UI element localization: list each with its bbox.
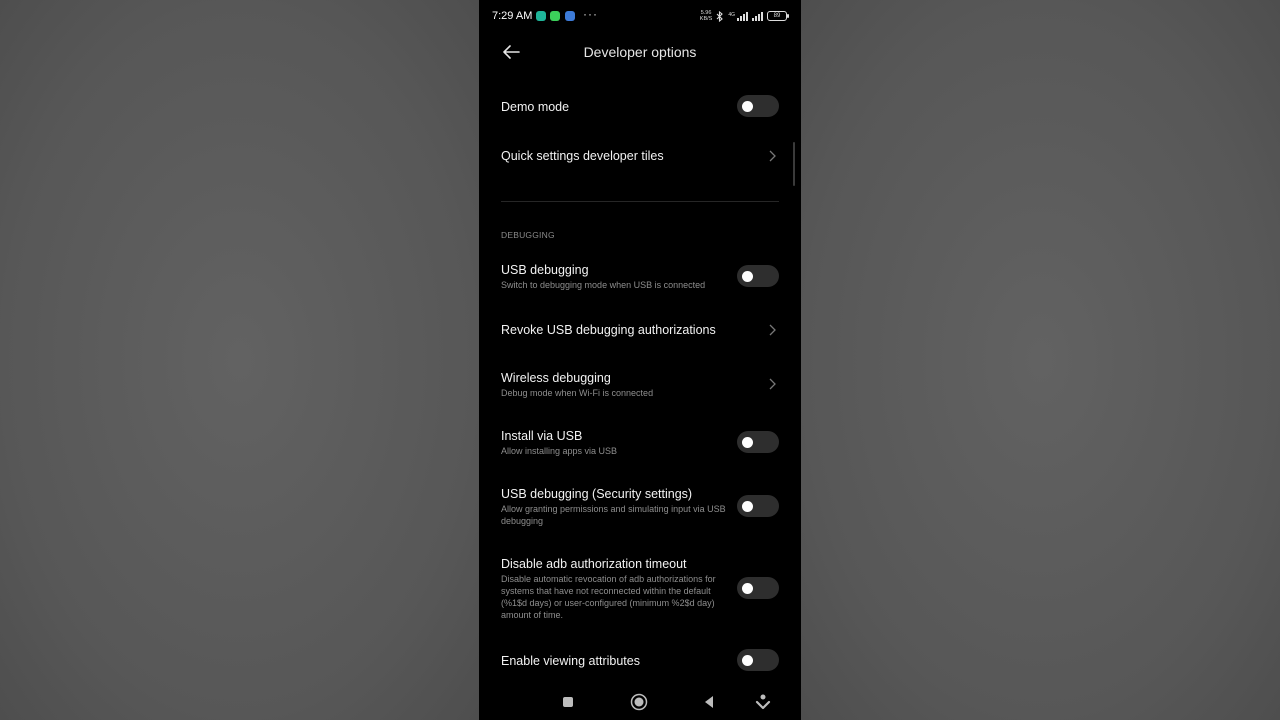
disable-adb-timeout-toggle[interactable]	[737, 577, 779, 599]
page-title: Developer options	[583, 44, 697, 60]
wireless-debugging-label: Wireless debugging	[501, 371, 611, 385]
more-notifications-icon: ···	[583, 7, 598, 21]
status-bar: 7:29 AM ··· 5.96 KB/S 4G 89	[479, 0, 801, 32]
network-type: 4G	[728, 11, 735, 18]
phone-screen: 7:29 AM ··· 5.96 KB/S 4G 89 Developer op…	[479, 0, 801, 720]
cellular-signal-1: 4G	[728, 11, 748, 21]
wireless-debugging-row[interactable]: Wireless debugging Debug mode when Wi-Fi…	[501, 370, 779, 402]
app-notification-icon	[536, 11, 546, 21]
demo-mode-toggle[interactable]	[737, 95, 779, 117]
disable-adb-timeout-description: Disable automatic revocation of adb auth…	[501, 574, 716, 620]
battery-icon: 89	[767, 11, 789, 21]
toggle-knob	[742, 101, 753, 112]
revoke-usb-authorizations-row[interactable]: Revoke USB debugging authorizations	[501, 322, 779, 340]
usb-debugging-security-toggle[interactable]	[737, 495, 779, 517]
section-header-debugging: DEBUGGING	[501, 230, 555, 240]
network-speed-unit: KB/S	[699, 16, 713, 22]
usb-debugging-description: Switch to debugging mode when USB is con…	[501, 280, 706, 290]
navigation-bar	[479, 685, 801, 720]
signal-bars-2-icon	[752, 11, 763, 21]
toggle-knob	[742, 583, 753, 594]
status-time: 7:29 AM	[492, 10, 533, 22]
quick-settings-tiles-row[interactable]: Quick settings developer tiles	[501, 148, 779, 166]
chevron-right-icon	[769, 150, 776, 162]
usb-debugging-security-row[interactable]: USB debugging (Security settings) Allow …	[501, 486, 779, 530]
section-divider	[501, 201, 779, 202]
recents-square-icon	[563, 697, 573, 707]
enable-viewing-attributes-toggle[interactable]	[737, 649, 779, 671]
backdrop-right	[801, 0, 1280, 720]
back-triangle-icon	[705, 696, 713, 708]
toggle-knob	[742, 437, 753, 448]
enable-viewing-attributes-row[interactable]: Enable viewing attributes	[501, 649, 779, 673]
home-button[interactable]	[628, 692, 650, 712]
revoke-usb-authorizations-label: Revoke USB debugging authorizations	[501, 323, 716, 337]
usb-debugging-toggle[interactable]	[737, 265, 779, 287]
disable-adb-timeout-label: Disable adb authorization timeout	[501, 557, 687, 571]
usb-debugging-security-label: USB debugging (Security settings)	[501, 487, 693, 501]
back-nav-button[interactable]	[698, 692, 720, 712]
recents-button[interactable]	[557, 692, 579, 712]
usb-debugging-row[interactable]: USB debugging Switch to debugging mode w…	[501, 262, 779, 294]
backdrop-left	[0, 0, 479, 720]
home-circle-icon	[630, 693, 648, 711]
install-via-usb-toggle[interactable]	[737, 431, 779, 453]
signal-bars-icon	[737, 11, 748, 21]
usb-debugging-security-description: Allow granting permissions and simulatin…	[501, 504, 726, 526]
toggle-knob	[742, 271, 753, 282]
install-via-usb-row[interactable]: Install via USB Allow installing apps vi…	[501, 428, 779, 460]
demo-mode-row[interactable]: Demo mode	[501, 95, 779, 118]
toggle-knob	[742, 501, 753, 512]
install-via-usb-description: Allow installing apps via USB	[501, 446, 618, 456]
quick-settings-tiles-label: Quick settings developer tiles	[501, 149, 664, 163]
toggle-knob	[742, 655, 753, 666]
chevron-right-icon	[769, 324, 776, 336]
hide-navbar-button[interactable]	[752, 692, 774, 712]
chevron-right-icon	[769, 378, 776, 390]
wireless-debugging-description: Debug mode when Wi-Fi is connected	[501, 388, 654, 398]
status-indicators: 5.96 KB/S 4G 89	[700, 9, 789, 23]
disable-adb-timeout-row[interactable]: Disable adb authorization timeout Disabl…	[501, 556, 779, 624]
whatsapp-icon	[550, 11, 560, 21]
network-speed: 5.96 KB/S	[700, 10, 713, 22]
chevron-down-icon	[755, 694, 771, 710]
scrollbar[interactable]	[793, 142, 795, 186]
bluetooth-icon	[716, 10, 724, 22]
messages-icon	[565, 11, 575, 21]
